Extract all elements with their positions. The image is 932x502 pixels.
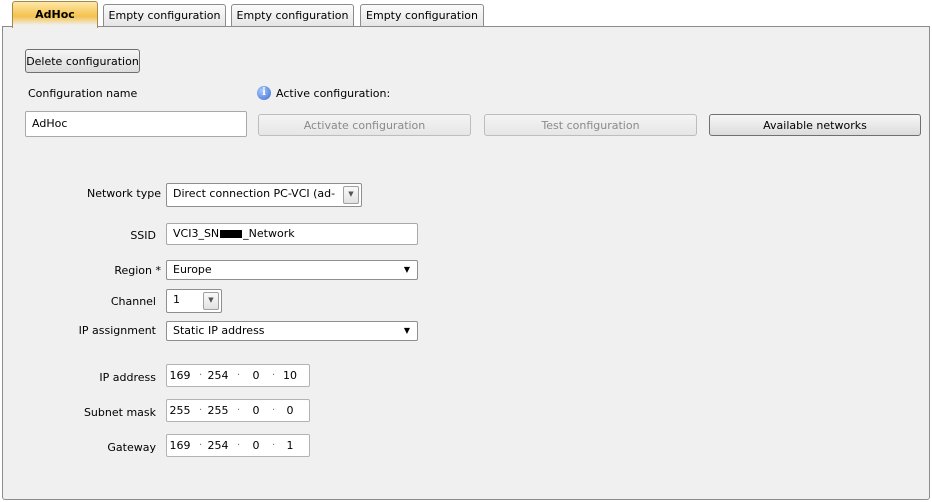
subnet-octet-3[interactable]: 0 [245, 400, 267, 421]
ip-assignment-select[interactable]: Static IP address ▼ [166, 321, 418, 341]
ssid-suffix: _Network [243, 227, 295, 240]
ssid-prefix: VCI3_SN [173, 227, 220, 240]
octet-separator: · [199, 405, 203, 416]
octet-separator: · [199, 440, 203, 451]
gateway-octet-2[interactable]: 254 [207, 435, 229, 456]
channel-label: Channel [110, 295, 156, 308]
ip-address-field[interactable]: 169 · 254 · 0 · 10 [166, 364, 310, 387]
delete-configuration-button[interactable]: Delete configuration [25, 49, 140, 73]
tab-bar: AdHoc Empty configuration Empty configur… [0, 0, 932, 28]
tab-empty-configuration-1[interactable]: Empty configuration [103, 4, 226, 27]
ssid-field[interactable]: VCI3_SN _Network [166, 223, 418, 245]
ip-octet-2[interactable]: 254 [207, 365, 229, 386]
channel-value: 1 [173, 293, 180, 306]
chevron-down-icon: ▼ [403, 326, 410, 335]
ip-octet-3[interactable]: 0 [245, 365, 267, 386]
ip-octet-1[interactable]: 169 [169, 365, 191, 386]
configuration-panel: Delete configuration Configuration name … [2, 26, 930, 500]
octet-separator: · [199, 370, 203, 381]
test-configuration-button[interactable]: Test configuration [484, 114, 697, 136]
gateway-octet-4[interactable]: 1 [279, 435, 301, 456]
gateway-label: Gateway [107, 441, 156, 454]
configuration-name-label: Configuration name [28, 87, 138, 100]
gateway-field[interactable]: 169 · 254 · 0 · 1 [166, 434, 310, 457]
tab-empty-configuration-3[interactable]: Empty configuration [360, 4, 484, 27]
ip-octet-4[interactable]: 10 [279, 365, 301, 386]
gateway-octet-3[interactable]: 0 [245, 435, 267, 456]
tab-empty-configuration-2[interactable]: Empty configuration [231, 4, 354, 27]
octet-separator: · [237, 440, 241, 451]
chevron-down-icon[interactable]: ▼ [203, 292, 219, 310]
subnet-octet-4[interactable]: 0 [279, 400, 301, 421]
octet-separator: · [272, 440, 276, 451]
ssid-label: SSID [130, 229, 156, 242]
network-type-label: Network type [87, 187, 161, 200]
active-configuration-label: Active configuration: [276, 87, 391, 100]
region-value: Europe [173, 263, 212, 276]
subnet-octet-2[interactable]: 255 [207, 400, 229, 421]
network-type-combo[interactable]: Direct connection PC-VCI (ad- ▼ [166, 183, 362, 207]
gateway-octet-1[interactable]: 169 [169, 435, 191, 456]
channel-combo[interactable]: 1 ▼ [166, 289, 222, 313]
subnet-mask-field[interactable]: 255 · 255 · 0 · 0 [166, 399, 310, 422]
ip-assignment-value: Static IP address [173, 324, 265, 337]
ip-assignment-label: IP assignment [78, 324, 156, 337]
region-label: Region * [114, 264, 161, 277]
octet-separator: · [237, 370, 241, 381]
region-select[interactable]: Europe ▼ [166, 260, 418, 280]
activate-configuration-button[interactable]: Activate configuration [258, 114, 471, 136]
available-networks-button[interactable]: Available networks [709, 114, 921, 136]
subnet-mask-label: Subnet mask [83, 406, 156, 419]
octet-separator: · [272, 405, 276, 416]
network-type-value: Direct connection PC-VCI (ad- [173, 187, 336, 200]
info-icon: i [257, 86, 271, 100]
octet-separator: · [272, 370, 276, 381]
chevron-down-icon[interactable]: ▼ [343, 186, 359, 204]
subnet-octet-1[interactable]: 255 [169, 400, 191, 421]
redaction-mark [220, 230, 243, 238]
octet-separator: · [237, 405, 241, 416]
chevron-down-icon: ▼ [403, 265, 410, 274]
ip-address-label: IP address [99, 371, 156, 384]
configuration-name-field[interactable]: AdHoc [25, 111, 247, 137]
tab-adhoc[interactable]: AdHoc [12, 1, 98, 28]
